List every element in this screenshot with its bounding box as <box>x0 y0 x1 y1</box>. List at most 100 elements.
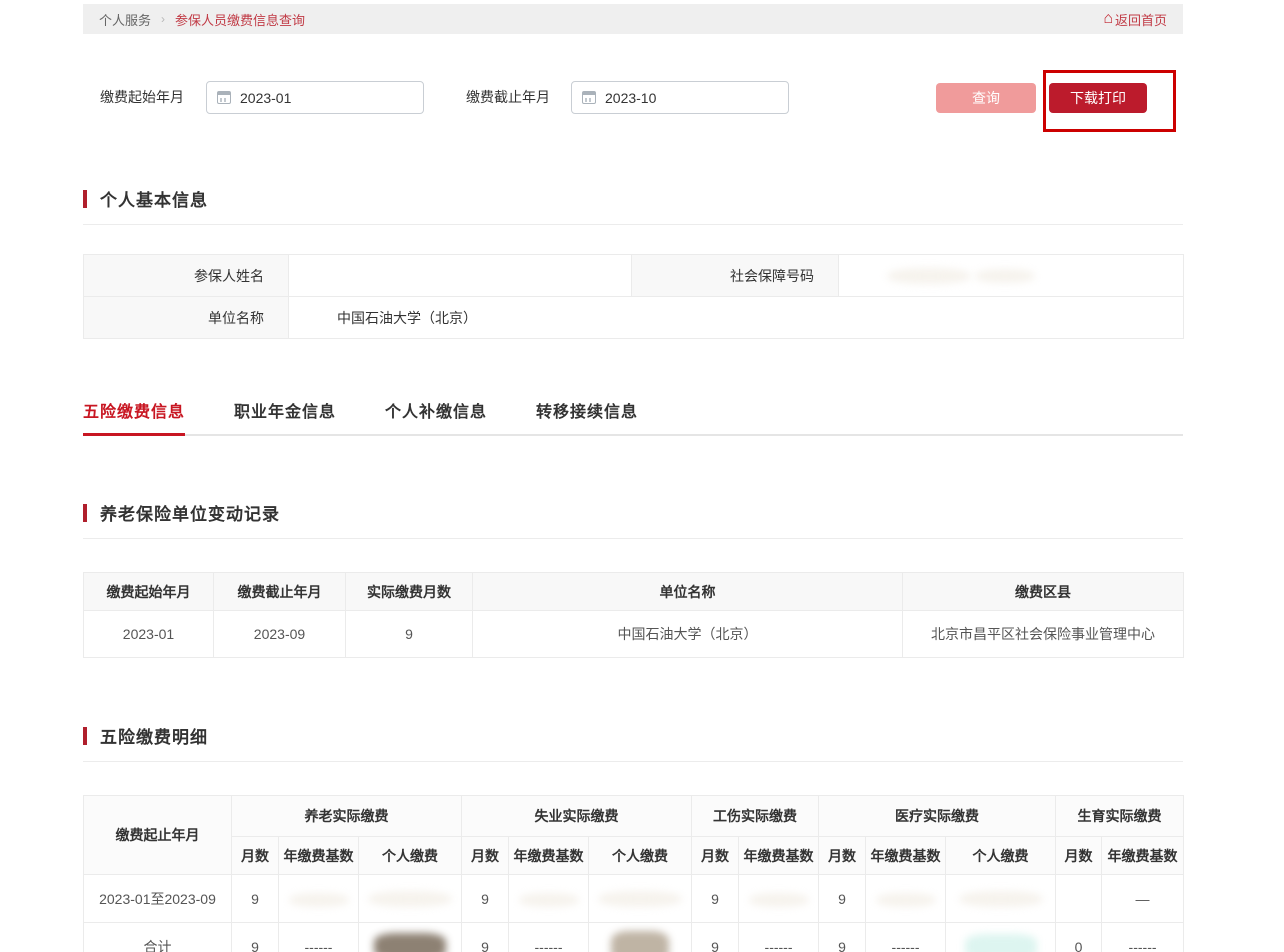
column-header: 年缴费基数 <box>279 837 359 875</box>
filter-row: 缴费起始年月 缴费截止年月 查询 下载打印 <box>83 81 1183 147</box>
column-header: 单位名称 <box>473 573 903 611</box>
column-header: 个人缴费 <box>946 837 1056 875</box>
calendar-icon <box>582 91 596 104</box>
group-header-unemployment: 失业实际缴费 <box>462 796 692 837</box>
section-marker-bar <box>83 504 87 522</box>
group-header-pension: 养老实际缴费 <box>232 796 462 837</box>
column-header: 个人缴费 <box>589 837 692 875</box>
table-cell: 9 <box>462 923 509 952</box>
name-label: 参保人姓名 <box>84 255 289 297</box>
column-header: 年缴费基数 <box>739 837 819 875</box>
column-header: 个人缴费 <box>359 837 462 875</box>
breadcrumb-separator-icon: › <box>161 12 165 26</box>
return-home-label: 返回首页 <box>1115 10 1167 29</box>
column-header: 实际缴费月数 <box>346 573 473 611</box>
ssn-label: 社会保障号码 <box>632 255 839 297</box>
table-cell-redacted <box>739 875 819 923</box>
section-pension-change-title: 养老保险单位变动记录 <box>100 500 280 525</box>
tab-transfer-continuation-info[interactable]: 转移接续信息 <box>536 398 638 434</box>
column-header: 月数 <box>692 837 739 875</box>
tab-occupational-annuity-info[interactable]: 职业年金信息 <box>234 398 336 434</box>
section-personal-info: 个人基本信息 <box>83 186 1183 225</box>
table-header-row: 缴费起始年月 缴费截止年月 实际缴费月数 单位名称 缴费区县 <box>84 573 1184 611</box>
start-month-picker[interactable] <box>206 81 424 114</box>
table-cell: 北京市昌平区社会保险事业管理中心 <box>903 611 1184 658</box>
table-cell: — <box>1102 875 1184 923</box>
column-header: 月数 <box>462 837 509 875</box>
table-cell: 9 <box>819 923 866 952</box>
org-value: 中国石油大学（北京） <box>289 297 1184 339</box>
period-cell: 2023-01至2023-09 <box>84 875 232 923</box>
table-header-group-row: 缴费起止年月 养老实际缴费 失业实际缴费 工伤实际缴费 医疗实际缴费 生育实际缴… <box>84 796 1184 837</box>
redaction-smudge <box>598 891 682 907</box>
redaction-smudge <box>611 931 669 952</box>
redaction-smudge <box>959 891 1043 907</box>
redaction-smudge <box>289 893 349 907</box>
tab-bar: 五险缴费信息 职业年金信息 个人补缴信息 转移接续信息 <box>83 398 1183 436</box>
table-cell-redacted <box>359 875 462 923</box>
tab-five-insurance-payment-info[interactable]: 五险缴费信息 <box>83 398 185 436</box>
table-cell: 中国石油大学（北京） <box>473 611 903 658</box>
column-header: 年缴费基数 <box>1102 837 1184 875</box>
table-row: 2023-01至2023-09 9 9 9 9 — <box>84 875 1184 923</box>
end-month-label: 缴费截止年月 <box>466 81 550 114</box>
calendar-icon <box>217 91 231 104</box>
column-header: 缴费起始年月 <box>84 573 214 611</box>
table-cell: 9 <box>819 875 866 923</box>
table-cell: 2023-01 <box>84 611 214 658</box>
period-cell: 合计 <box>84 923 232 952</box>
table-cell: ------ <box>739 923 819 952</box>
table-cell-redacted <box>946 923 1056 952</box>
column-header: 缴费起止年月 <box>84 796 232 875</box>
table-cell: 9 <box>232 923 279 952</box>
table-cell: 9 <box>346 611 473 658</box>
redaction-smudge <box>887 268 971 284</box>
column-header: 月数 <box>232 837 279 875</box>
table-cell: 9 <box>692 923 739 952</box>
breadcrumb-item-current-page[interactable]: 参保人员缴费信息查询 <box>175 10 305 29</box>
table-row-total: 合计 9 ------ 9 ------ 9 ------ 9 ------ 0… <box>84 923 1184 952</box>
start-month-input[interactable] <box>240 90 400 106</box>
table-cell-redacted <box>509 875 589 923</box>
section-personal-info-title: 个人基本信息 <box>100 186 208 211</box>
table-cell: ------ <box>279 923 359 952</box>
ssn-value-redacted <box>839 255 1184 297</box>
query-button[interactable]: 查询 <box>936 83 1036 113</box>
section-marker-bar <box>83 190 87 208</box>
end-month-input[interactable] <box>605 90 765 106</box>
table-cell: 9 <box>692 875 739 923</box>
table-cell: ------ <box>1102 923 1184 952</box>
table-cell: 9 <box>232 875 279 923</box>
personal-info-table: 参保人姓名 社会保障号码 单位名称 中国石油大学（北京） <box>83 254 1184 339</box>
column-header: 缴费区县 <box>903 573 1184 611</box>
redaction-smudge <box>368 891 452 907</box>
table-cell: 2023-09 <box>214 611 346 658</box>
table-header-sub-row: 月数 年缴费基数 个人缴费 月数 年缴费基数 个人缴费 月数 年缴费基数 月数 … <box>84 837 1184 875</box>
redaction-smudge <box>374 933 446 952</box>
return-home-link[interactable]: ⌂ 返回首页 <box>1103 10 1167 29</box>
tab-personal-supplementary-payment-info[interactable]: 个人补缴信息 <box>385 398 487 434</box>
column-header: 年缴费基数 <box>509 837 589 875</box>
breadcrumb: 个人服务 › 参保人员缴费信息查询 ⌂ 返回首页 <box>83 4 1183 34</box>
table-cell-redacted <box>589 875 692 923</box>
table-cell-redacted <box>946 875 1056 923</box>
name-value-redacted <box>289 255 632 297</box>
section-marker-bar <box>83 727 87 745</box>
table-cell-redacted <box>359 923 462 952</box>
section-detail: 五险缴费明细 <box>83 723 1183 762</box>
table-cell: ------ <box>509 923 589 952</box>
table-cell: 9 <box>462 875 509 923</box>
table-cell-redacted <box>866 875 946 923</box>
column-header: 年缴费基数 <box>866 837 946 875</box>
redaction-smudge <box>749 893 809 907</box>
end-month-picker[interactable] <box>571 81 789 114</box>
table-cell-redacted <box>589 923 692 952</box>
column-header: 月数 <box>1056 837 1102 875</box>
redaction-smudge <box>876 893 936 907</box>
column-header: 月数 <box>819 837 866 875</box>
download-print-button[interactable]: 下载打印 <box>1049 83 1147 113</box>
org-label: 单位名称 <box>84 297 289 339</box>
breadcrumb-item-personal-services[interactable]: 个人服务 <box>99 10 151 29</box>
section-pension-change: 养老保险单位变动记录 <box>83 500 1183 539</box>
section-detail-title: 五险缴费明细 <box>100 723 208 748</box>
